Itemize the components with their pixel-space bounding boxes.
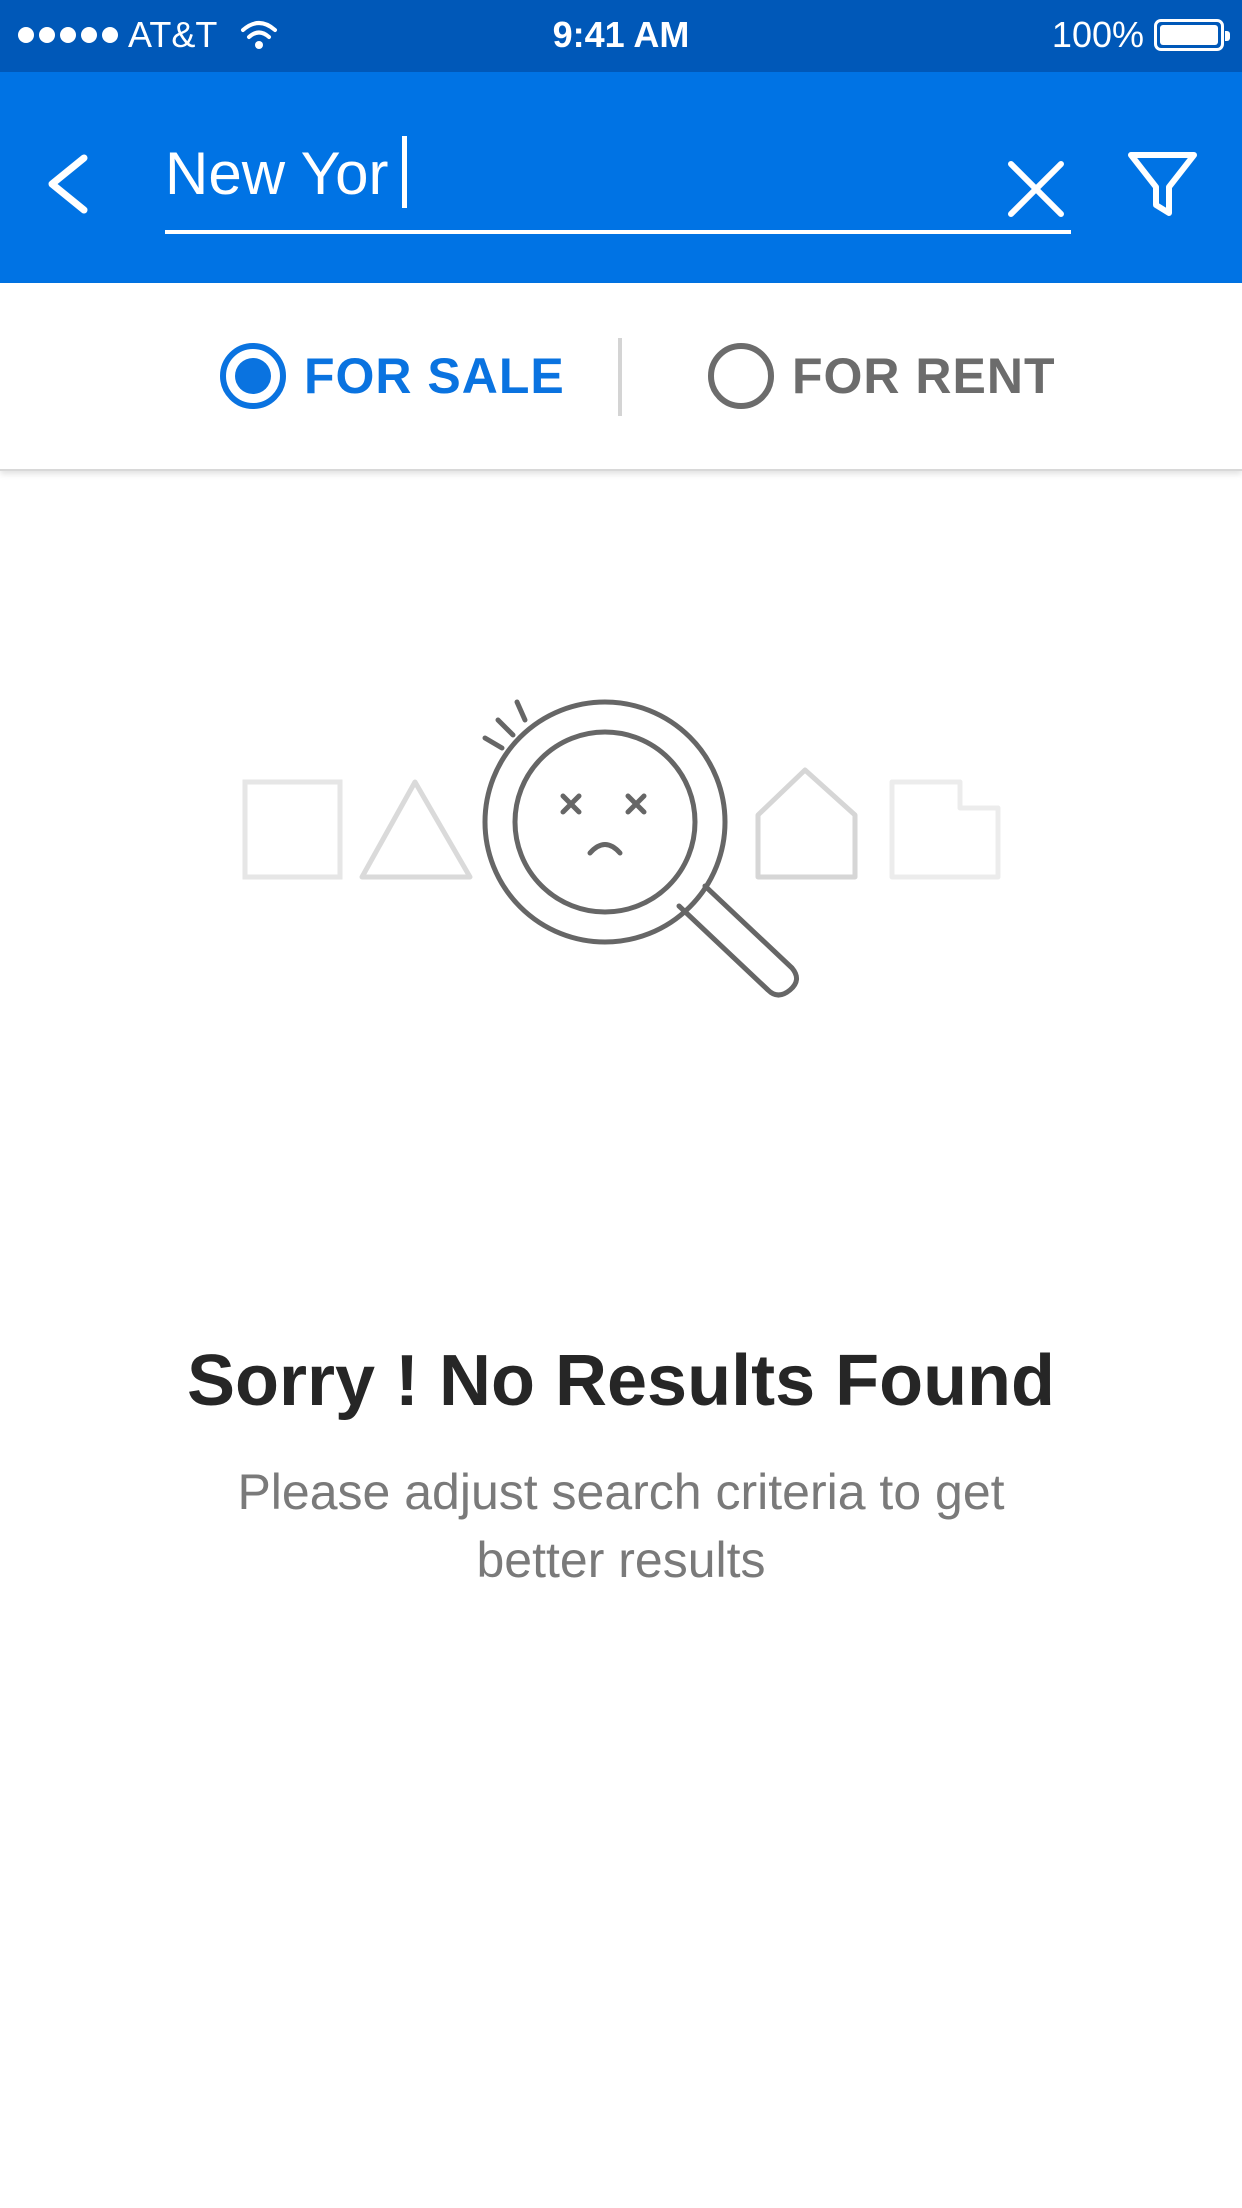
- magnifier-icon: [482, 699, 799, 998]
- back-button[interactable]: [40, 144, 100, 224]
- document-shape-icon: [889, 779, 1001, 880]
- close-icon: [1008, 161, 1064, 217]
- for-rent-label: FOR RENT: [792, 348, 1056, 404]
- for-rent-radio[interactable]: [708, 343, 774, 409]
- text-cursor: [402, 136, 408, 208]
- search-input[interactable]: New Yor: [165, 134, 965, 214]
- for-rent-option[interactable]: FOR RENT: [708, 343, 1056, 409]
- empty-state-title: Sorry ! No Results Found: [186, 1341, 1056, 1421]
- for-sale-radio[interactable]: [220, 343, 286, 409]
- triangle-shape-icon: [359, 779, 473, 880]
- clear-search-button[interactable]: [1001, 154, 1071, 224]
- house-shape-icon: [755, 767, 858, 880]
- filter-button[interactable]: [1125, 147, 1200, 222]
- battery-percent: 100%: [1051, 14, 1144, 55]
- chevron-left-icon: [48, 154, 88, 214]
- toggle-divider: [618, 338, 622, 416]
- battery-icon: [1154, 19, 1230, 51]
- magnifier-sad-face-icon: [242, 699, 1001, 998]
- for-sale-option[interactable]: FOR SALE: [220, 343, 565, 409]
- filter-icon: [1128, 152, 1197, 216]
- status-bar: AT&T 9:41 AM 100%: [0, 0, 1242, 72]
- for-sale-label: FOR SALE: [304, 348, 565, 404]
- empty-state-subtitle: Please adjust search criteria to get bet…: [237, 1464, 1005, 1588]
- status-right: 100%: [1051, 14, 1230, 56]
- search-field[interactable]: New Yor: [165, 124, 1071, 234]
- square-shape-icon: [242, 779, 343, 880]
- listing-type-toggle: FOR SALE FOR RENT: [0, 283, 1242, 471]
- search-app-bar: New Yor: [0, 72, 1242, 283]
